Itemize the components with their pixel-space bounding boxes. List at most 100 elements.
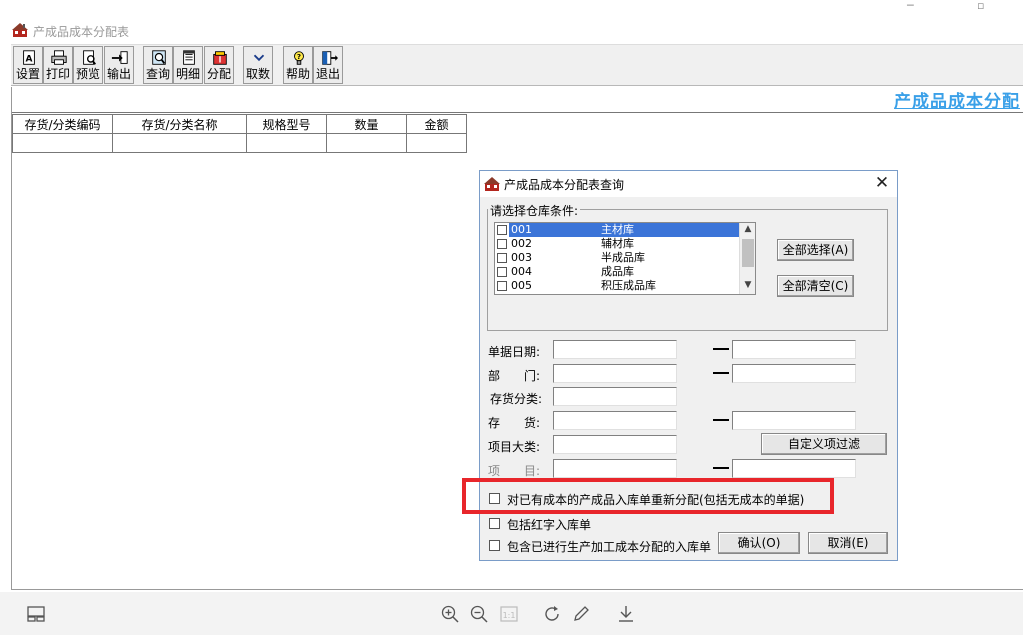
minimize-button[interactable]: ─: [907, 0, 914, 12]
select-all-button[interactable]: 全部选择(A): [777, 239, 854, 261]
warehouse-name: 成品库: [601, 265, 634, 278]
inventory-to-input[interactable]: [732, 411, 856, 430]
include-red-checkbox[interactable]: [489, 518, 500, 529]
col-inventory-name[interactable]: 存货/分类名称: [112, 114, 247, 134]
inventory-label: 存 货:: [488, 416, 541, 430]
warehouse-checkbox[interactable]: [497, 239, 507, 249]
detail-icon: [183, 50, 195, 65]
warehouse-list-scrollbar[interactable]: ▲ ▼: [739, 223, 755, 294]
warehouse-name: 辅材库: [601, 237, 634, 250]
grid-cell[interactable]: [246, 133, 327, 153]
department-from-input[interactable]: [553, 364, 677, 383]
warehouse-checkbox[interactable]: [497, 253, 507, 263]
list-item[interactable]: 001 主材库: [495, 223, 755, 237]
list-item[interactable]: 002 辅材库: [495, 237, 755, 251]
allocate-button[interactable]: 分配: [204, 46, 234, 84]
exit-button[interactable]: 退出: [313, 46, 343, 84]
settings-label: 设置: [15, 67, 40, 81]
print-button[interactable]: 打印: [43, 46, 73, 84]
fetch-button[interactable]: 取数: [243, 46, 273, 84]
list-item[interactable]: 005 积压成品库: [495, 279, 755, 293]
grid-cell[interactable]: [406, 133, 467, 153]
list-item[interactable]: 003 半成品库: [495, 251, 755, 265]
report-separator: [12, 112, 1023, 113]
range-dash: [713, 372, 729, 374]
rotate-icon[interactable]: [542, 604, 562, 624]
preview-icon: [83, 50, 97, 65]
warehouse-name: 半成品库: [601, 251, 645, 264]
doc-date-label: 单据日期:: [488, 345, 541, 359]
report-title: 产成品成本分配: [894, 92, 1020, 112]
include-processed-checkbox[interactable]: [489, 540, 500, 551]
warehouse-checkbox[interactable]: [497, 267, 507, 277]
grid-cell[interactable]: [12, 133, 113, 153]
include-red-option-label: 包括红字入库单: [507, 518, 592, 532]
help-button[interactable]: ? 帮助: [283, 46, 313, 84]
col-quantity[interactable]: 数量: [326, 114, 407, 134]
zoom-out-icon[interactable]: [469, 604, 489, 624]
cancel-button[interactable]: 取消(E): [808, 532, 888, 554]
settings-button[interactable]: A 设置: [13, 46, 43, 84]
table-row[interactable]: [12, 133, 467, 153]
maximize-button[interactable]: ▫: [977, 0, 984, 12]
project-major-input[interactable]: [553, 435, 677, 454]
warehouse-name: 主材库: [601, 223, 634, 236]
project-label: 项 目:: [488, 464, 541, 478]
grid-cell[interactable]: [326, 133, 407, 153]
project-to-input[interactable]: [732, 459, 856, 478]
highlight-annotation-box: [462, 478, 834, 514]
col-inventory-code[interactable]: 存货/分类编码: [12, 114, 113, 134]
project-major-label: 项目大类:: [488, 440, 541, 454]
dialog-title-bar[interactable]: 产成品成本分配表查询 ✕: [480, 171, 897, 197]
warehouse-checkbox[interactable]: [497, 225, 507, 235]
export-button[interactable]: 输出: [104, 46, 134, 84]
project-from-input[interactable]: [553, 459, 677, 478]
ok-button[interactable]: 确认(O): [718, 532, 800, 554]
zoom-in-icon[interactable]: [440, 604, 460, 624]
close-icon[interactable]: ✕: [873, 174, 891, 192]
print-label: 打印: [45, 67, 70, 81]
warehouse-list[interactable]: 001 主材库 002 辅材库 003 半成品库 004 成品库 005 积压成…: [494, 222, 756, 295]
download-icon[interactable]: [616, 604, 636, 624]
actual-size-icon[interactable]: 1:1: [499, 604, 519, 624]
col-amount[interactable]: 金额: [406, 114, 467, 134]
warehouse-checkbox[interactable]: [497, 281, 507, 291]
settings-doc-icon: A: [23, 50, 35, 65]
detail-button[interactable]: 明细: [173, 46, 203, 84]
dialog-title: 产成品成本分配表查询: [504, 178, 625, 192]
export-label: 输出: [106, 67, 131, 81]
scroll-thumb[interactable]: [742, 239, 754, 267]
warehouse-code: 005: [511, 279, 532, 292]
detail-label: 明细: [175, 67, 200, 81]
warehouse-code: 004: [511, 265, 532, 278]
inventory-category-label: 存货分类:: [490, 392, 543, 406]
app-logo-icon: [12, 23, 28, 37]
allocate-icon: [213, 51, 227, 65]
preview-button[interactable]: 预览: [73, 46, 103, 84]
svg-text:A: A: [26, 55, 33, 65]
title-bar: 产成品成本分配表: [0, 18, 1023, 44]
fetch-label: 取数: [245, 67, 270, 81]
inventory-category-input[interactable]: [553, 387, 677, 406]
inventory-from-input[interactable]: [553, 411, 677, 430]
edit-pencil-icon[interactable]: [571, 604, 591, 624]
doc-date-from-input[interactable]: [553, 340, 677, 359]
grid-cell[interactable]: [112, 133, 247, 153]
exit-label: 退出: [315, 67, 340, 81]
list-item[interactable]: 004 成品库: [495, 265, 755, 279]
department-to-input[interactable]: [732, 364, 856, 383]
layout-toggle-icon[interactable]: [26, 604, 46, 624]
viewer-bottom-bar: 1:1: [0, 592, 1023, 635]
doc-date-to-input[interactable]: [732, 340, 856, 359]
col-spec-model[interactable]: 规格型号: [246, 114, 327, 134]
clear-all-button[interactable]: 全部清空(C): [777, 275, 854, 297]
custom-filter-button[interactable]: 自定义项过滤: [761, 433, 887, 455]
query-label: 查询: [145, 67, 170, 81]
query-button[interactable]: 查询: [143, 46, 173, 84]
warehouse-group-label: 请选择仓库条件:: [488, 202, 581, 219]
scroll-down-icon[interactable]: ▼: [740, 280, 755, 290]
exit-door-icon: [322, 51, 338, 65]
allocate-label: 分配: [206, 67, 231, 81]
scroll-up-icon[interactable]: ▲: [740, 224, 755, 234]
warehouse-code: 002: [511, 237, 532, 250]
